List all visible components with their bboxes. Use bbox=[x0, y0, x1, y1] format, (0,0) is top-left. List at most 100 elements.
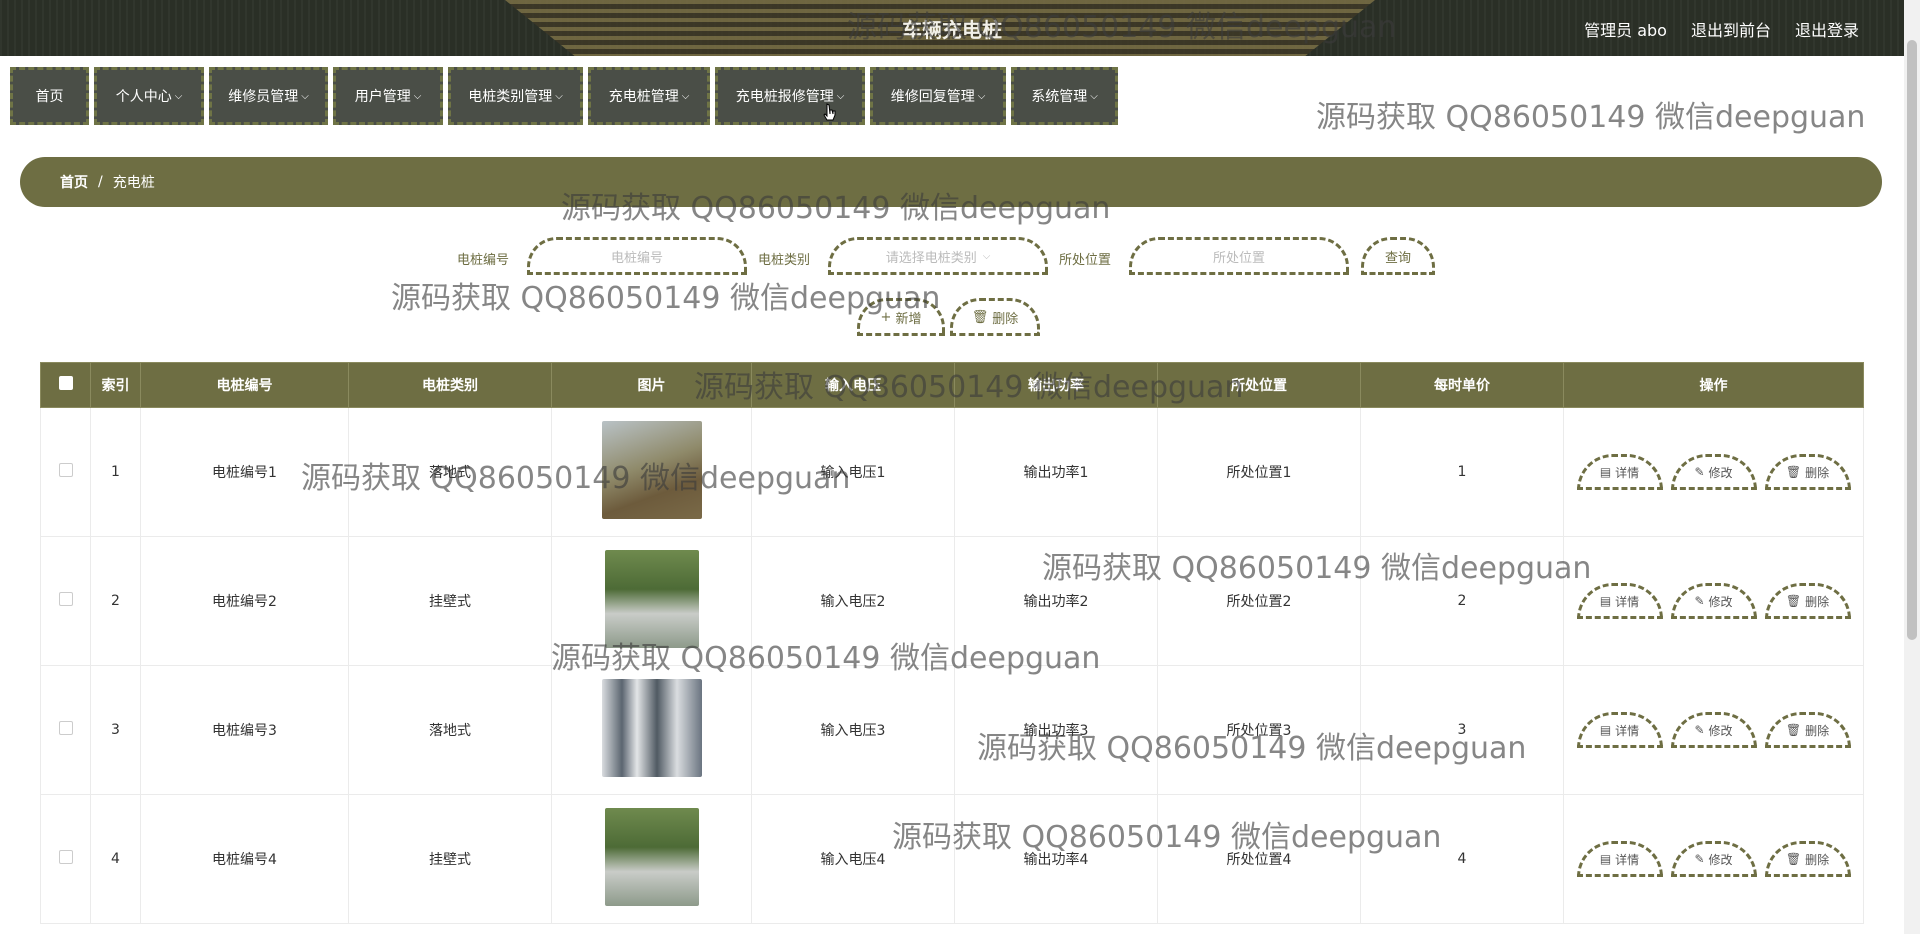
pile-photo[interactable] bbox=[604, 550, 699, 648]
breadcrumb-home[interactable]: 首页 bbox=[60, 172, 88, 192]
code-cell: 电桩编号1 bbox=[140, 407, 349, 537]
row-checkbox[interactable] bbox=[58, 721, 73, 735]
trash-icon: 🗑 bbox=[1785, 465, 1802, 479]
row-checkbox[interactable] bbox=[58, 850, 73, 864]
pencil-icon: ✎ bbox=[1694, 465, 1705, 479]
delete-button[interactable]: 🗑 删除 bbox=[1764, 841, 1851, 877]
operations-cell: ▤ 详情 ✎ 修改 🗑 删除 bbox=[1563, 536, 1864, 666]
code-cell: 电桩编号3 bbox=[140, 665, 349, 795]
chevron-down-icon: ⌵ bbox=[301, 90, 309, 102]
location-label: 所处位置 bbox=[1059, 253, 1112, 268]
nav-system-management[interactable]: 系统管理 ⌵ bbox=[1011, 67, 1118, 125]
add-button[interactable]: + 新增 bbox=[857, 298, 945, 336]
detail-button[interactable]: ▤ 详情 bbox=[1576, 454, 1663, 490]
pile-table: 索引 电桩编号 电桩类别 图片 输入电压 输出功率 所处位置 每时单价 操作 1… bbox=[40, 362, 1864, 924]
power-cell: 输出功率1 bbox=[954, 407, 1158, 537]
logout-link[interactable]: 退出登录 bbox=[1795, 17, 1859, 41]
voltage-cell: 输入电压1 bbox=[751, 407, 955, 537]
type-cell: 挂壁式 bbox=[348, 794, 552, 924]
back-to-front-link[interactable]: 退出到前台 bbox=[1691, 17, 1771, 41]
top-header: 车辆充电桩 管理员 abo 退出到前台 退出登录 bbox=[0, 0, 1904, 56]
nav-home[interactable]: 首页 bbox=[10, 67, 89, 125]
pile-photo[interactable] bbox=[604, 808, 699, 906]
edit-button[interactable]: ✎ 修改 bbox=[1670, 841, 1757, 877]
nav-personal-center[interactable]: 个人中心 ⌵ bbox=[94, 67, 204, 125]
delete-button[interactable]: 🗑 删除 bbox=[1764, 583, 1851, 619]
edit-button[interactable]: ✎ 修改 bbox=[1670, 454, 1757, 490]
detail-button[interactable]: ▤ 详情 bbox=[1576, 841, 1663, 877]
nav-label: 个人中心 bbox=[115, 89, 172, 105]
power-cell: 输出功率4 bbox=[954, 794, 1158, 924]
edit-label: 修改 bbox=[1708, 465, 1733, 480]
pencil-icon: ✎ bbox=[1694, 723, 1705, 737]
select-all-checkbox[interactable] bbox=[58, 376, 73, 390]
index-cell: 1 bbox=[90, 407, 141, 537]
row-checkbox[interactable] bbox=[58, 592, 73, 606]
add-label: 新增 bbox=[895, 311, 922, 327]
trash-icon: 🗑 bbox=[971, 309, 989, 325]
table-row: 1 电桩编号1 落地式 输入电压1 输出功率1 所处位置1 1 ▤ 详情 ✎ 修改 🗑 删… bbox=[40, 407, 1864, 537]
price-cell: 2 bbox=[1360, 536, 1564, 666]
code-cell: 电桩编号4 bbox=[140, 794, 349, 924]
chevron-down-icon: ⌵ bbox=[836, 90, 845, 102]
code-input[interactable]: 电桩编号 bbox=[527, 237, 747, 275]
chevron-down-icon: ⌵ bbox=[982, 250, 991, 262]
location-input[interactable]: 所处位置 bbox=[1129, 237, 1349, 275]
edit-button[interactable]: ✎ 修改 bbox=[1670, 712, 1757, 748]
breadcrumb-current: 充电桩 bbox=[112, 175, 155, 191]
type-label: 电桩类别 bbox=[758, 253, 811, 268]
document-icon: ▤ bbox=[1599, 723, 1612, 737]
location-cell: 所处位置2 bbox=[1157, 536, 1361, 666]
location-placeholder: 所处位置 bbox=[1212, 250, 1265, 266]
select-all-cell bbox=[40, 362, 91, 408]
voltage-cell: 输入电压3 bbox=[751, 665, 955, 795]
column-header[interactable]: 索引 bbox=[90, 362, 141, 408]
row-checkbox[interactable] bbox=[58, 463, 73, 477]
query-button[interactable]: 查询 bbox=[1361, 237, 1435, 275]
scrollbar-thumb[interactable] bbox=[1907, 40, 1917, 640]
nav-pile-management[interactable]: 充电桩管理 ⌵ bbox=[588, 67, 710, 125]
nav-user-management[interactable]: 用户管理 ⌵ bbox=[333, 67, 443, 125]
column-header: 操作 bbox=[1563, 362, 1864, 408]
location-cell: 所处位置4 bbox=[1157, 794, 1361, 924]
nav-label: 维修回复管理 bbox=[890, 89, 975, 105]
index-cell: 4 bbox=[90, 794, 141, 924]
nav-label: 充电桩管理 bbox=[608, 89, 679, 105]
nav-repairman-management[interactable]: 维修员管理 ⌵ bbox=[209, 67, 328, 125]
delete-button[interactable]: 🗑 删除 bbox=[1764, 454, 1851, 490]
delete-label: 删除 bbox=[1805, 594, 1830, 609]
detail-button[interactable]: ▤ 详情 bbox=[1576, 583, 1663, 619]
column-header[interactable]: 所处位置 bbox=[1157, 362, 1361, 408]
type-cell: 挂壁式 bbox=[348, 536, 552, 666]
detail-label: 详情 bbox=[1615, 594, 1640, 609]
operations-cell: ▤ 详情 ✎ 修改 🗑 删除 bbox=[1563, 407, 1864, 537]
image-cell bbox=[551, 536, 752, 666]
table-row: 4 电桩编号4 挂壁式 输入电压4 输出功率4 所处位置4 4 ▤ 详情 ✎ 修改 🗑 删… bbox=[40, 794, 1864, 924]
column-header[interactable]: 电桩编号 bbox=[140, 362, 349, 408]
image-cell bbox=[551, 407, 752, 537]
column-header[interactable]: 输入电压 bbox=[751, 362, 955, 408]
index-cell: 2 bbox=[90, 536, 141, 666]
column-header[interactable]: 每时单价 bbox=[1360, 362, 1564, 408]
detail-label: 详情 bbox=[1615, 852, 1640, 867]
nav-pile-type-management[interactable]: 电桩类别管理 ⌵ bbox=[448, 67, 583, 125]
type-cell: 落地式 bbox=[348, 665, 552, 795]
pile-photo[interactable] bbox=[601, 679, 702, 777]
column-header[interactable]: 输出功率 bbox=[954, 362, 1158, 408]
location-cell: 所处位置1 bbox=[1157, 407, 1361, 537]
nav-repair-reply-management[interactable]: 维修回复管理 ⌵ bbox=[870, 67, 1006, 125]
delete-button[interactable]: 🗑 删除 bbox=[1764, 712, 1851, 748]
type-select[interactable]: 请选择电桩类别 ⌵ bbox=[828, 237, 1048, 275]
trash-icon: 🗑 bbox=[1785, 852, 1802, 866]
edit-button[interactable]: ✎ 修改 bbox=[1670, 583, 1757, 619]
operations-cell: ▤ 详情 ✎ 修改 🗑 删除 bbox=[1563, 665, 1864, 795]
pile-photo[interactable] bbox=[601, 421, 702, 519]
nav-repair-request-management[interactable]: 充电桩报修管理 ⌵ bbox=[715, 67, 865, 125]
detail-button[interactable]: ▤ 详情 bbox=[1576, 712, 1663, 748]
edit-label: 修改 bbox=[1708, 723, 1733, 738]
column-header[interactable]: 电桩类别 bbox=[348, 362, 552, 408]
type-cell: 落地式 bbox=[348, 407, 552, 537]
page-scrollbar[interactable] bbox=[1904, 0, 1920, 934]
voltage-cell: 输入电压4 bbox=[751, 794, 955, 924]
batch-delete-button[interactable]: 🗑 删除 bbox=[950, 298, 1040, 336]
